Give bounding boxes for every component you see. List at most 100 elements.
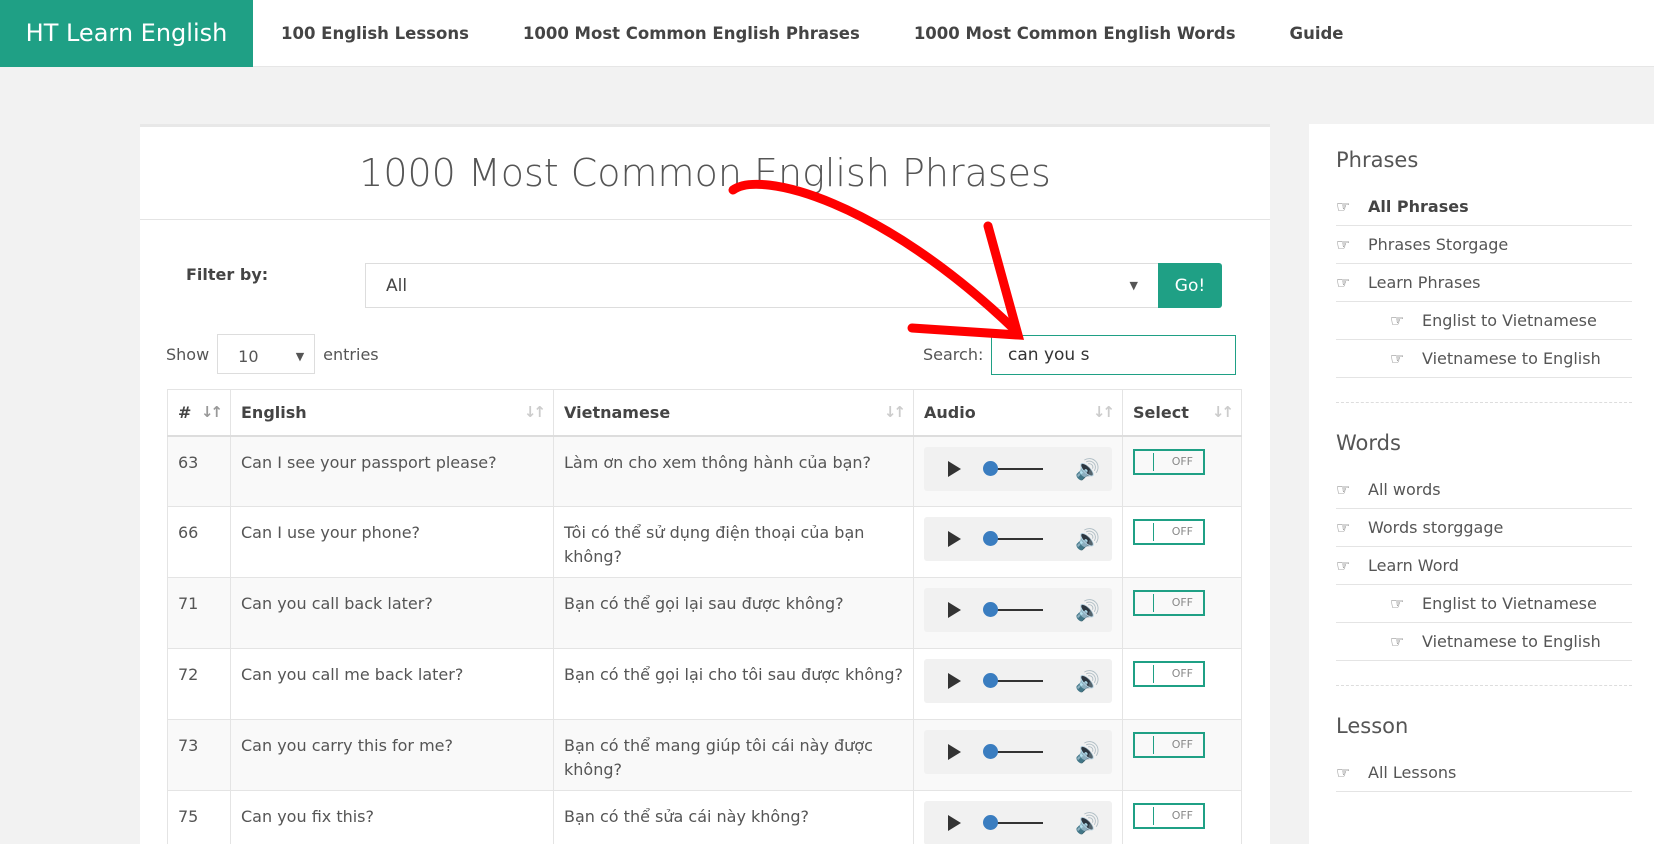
slider-knob[interactable] — [983, 815, 998, 830]
volume-icon[interactable]: 🔊 — [1075, 811, 1100, 835]
row-number: 75 — [167, 790, 231, 844]
row-vietnamese: Tôi có thể sử dụng điện thoại của bạn kh… — [553, 506, 914, 578]
row-vietnamese: Bạn có thể gọi lại cho tôi sau được khôn… — [553, 648, 914, 720]
seek-slider[interactable] — [983, 460, 1044, 476]
volume-icon[interactable]: 🔊 — [1075, 598, 1100, 622]
audio-player: 🔊 — [924, 801, 1112, 844]
section-title-phrases: Phrases — [1336, 148, 1419, 172]
divider — [1336, 685, 1632, 686]
row-english: Can you call back later? — [230, 577, 554, 649]
section-title-lesson: Lesson — [1336, 714, 1409, 738]
col-number[interactable]: # ↓↑ — [167, 389, 231, 437]
seek-slider[interactable] — [983, 673, 1044, 688]
row-select: OFF — [1122, 577, 1242, 649]
sort-icon: ↓↑ — [1211, 403, 1234, 421]
volume-icon[interactable]: 🔊 — [1075, 669, 1100, 693]
audio-player: 🔊 — [924, 588, 1112, 632]
table-row: 63 Can I see your passport please? Làm ơn … — [167, 435, 1242, 507]
search-label: Search: — [923, 345, 984, 364]
volume-icon[interactable]: 🔊 — [1075, 527, 1100, 551]
filter-select[interactable]: All ▼ — [365, 263, 1159, 308]
col-english[interactable]: English ↓↑ — [230, 389, 554, 437]
col-vietnamese[interactable]: Vietnamese ↓↑ — [553, 389, 914, 437]
select-toggle[interactable]: OFF — [1133, 661, 1205, 687]
play-icon[interactable] — [948, 673, 961, 689]
table-row: 71 Can you call back later? Bạn có thể gọi… — [167, 577, 1242, 649]
play-icon[interactable] — [948, 602, 961, 618]
sidebar-item-words-vi-en[interactable]: ☞ Vietnamese to English — [1336, 623, 1632, 661]
row-audio: 🔊 — [913, 719, 1123, 791]
select-toggle[interactable]: OFF — [1133, 590, 1205, 616]
row-vietnamese: Bạn có thể sửa cái này không? — [553, 790, 914, 844]
sidebar-item-all-lessons[interactable]: ☞ All Lessons — [1336, 754, 1632, 792]
volume-icon[interactable]: 🔊 — [1075, 740, 1100, 764]
filter-value: All — [386, 276, 408, 296]
col-audio[interactable]: Audio ↓↑ — [913, 389, 1123, 437]
row-number: 63 — [167, 435, 231, 507]
filter-label: Filter by: — [186, 265, 269, 284]
seek-slider[interactable] — [983, 815, 1044, 830]
phrases-table: # ↓↑ English ↓↑ Vietnamese ↓↑ Audio ↓↑ Selec… — [167, 389, 1242, 844]
top-navbar: HT Learn English 100 English Lessons 100… — [0, 0, 1654, 67]
slider-knob[interactable] — [983, 744, 998, 759]
row-select: OFF — [1122, 648, 1242, 720]
seek-slider[interactable] — [983, 531, 1044, 546]
entries-label: entries — [323, 344, 379, 364]
row-audio: 🔊 — [913, 648, 1123, 720]
play-icon[interactable] — [948, 744, 961, 760]
slider-knob[interactable] — [983, 531, 998, 546]
play-icon[interactable] — [948, 460, 961, 477]
hand-pointer-icon: ☞ — [1336, 197, 1351, 216]
select-toggle[interactable]: OFF — [1133, 803, 1205, 829]
play-icon[interactable] — [948, 815, 961, 831]
nav-words[interactable]: 1000 Most Common English Words — [914, 24, 1236, 43]
row-select: OFF — [1122, 790, 1242, 844]
row-select: OFF — [1122, 435, 1242, 507]
select-toggle[interactable]: OFF — [1133, 732, 1205, 758]
show-label: Show — [166, 344, 210, 364]
seek-slider[interactable] — [983, 602, 1044, 617]
slider-knob[interactable] — [983, 673, 998, 688]
select-toggle[interactable]: OFF — [1133, 519, 1205, 545]
seek-slider[interactable] — [983, 744, 1044, 759]
row-number: 66 — [167, 506, 231, 578]
row-number: 73 — [167, 719, 231, 791]
audio-player: 🔊 — [924, 730, 1112, 774]
entries-length: Show 10 ▼ entries — [166, 334, 379, 374]
nav-guide[interactable]: Guide — [1290, 24, 1344, 43]
brand-logo[interactable]: HT Learn English — [0, 0, 253, 67]
select-toggle[interactable]: OFF — [1133, 448, 1205, 475]
play-icon[interactable] — [948, 531, 961, 547]
go-button[interactable]: Go! — [1158, 263, 1222, 308]
row-english: Can I use your phone? — [230, 506, 554, 578]
row-select: OFF — [1122, 719, 1242, 791]
slider-knob[interactable] — [983, 602, 998, 617]
sort-icon: ↓↑ — [200, 403, 223, 421]
nav-phrases[interactable]: 1000 Most Common English Phrases — [523, 24, 860, 43]
sidebar-item-all-phrases[interactable]: ☞ All Phrases — [1336, 188, 1632, 226]
row-vietnamese: Bạn có thể gọi lại sau được không? — [553, 577, 914, 649]
sort-icon: ↓↑ — [883, 403, 906, 421]
hand-pointer-icon: ☞ — [1336, 518, 1351, 537]
col-select[interactable]: Select ↓↑ — [1122, 389, 1242, 437]
row-audio: 🔊 — [913, 577, 1123, 649]
hand-pointer-icon: ☞ — [1390, 594, 1405, 613]
volume-icon[interactable]: 🔊 — [1075, 457, 1100, 481]
nav-lessons[interactable]: 100 English Lessons — [281, 24, 469, 43]
slider-knob[interactable] — [983, 460, 998, 476]
sidebar-item-learn-phrases[interactable]: ☞ Learn Phrases — [1336, 264, 1632, 302]
entries-select[interactable]: 10 ▼ — [217, 334, 316, 374]
sidebar-item-phrases-storage[interactable]: ☞ Phrases Storgage — [1336, 226, 1632, 264]
sidebar-item-all-words[interactable]: ☞ All words — [1336, 471, 1632, 509]
sidebar-item-phrases-vi-en[interactable]: ☞ Vietnamese to English — [1336, 340, 1632, 378]
search-input[interactable] — [991, 335, 1236, 375]
sidebar-item-words-storage[interactable]: ☞ Words storggage — [1336, 509, 1632, 547]
sidebar-item-phrases-en-vi[interactable]: ☞ Englist to Vietnamese — [1336, 302, 1632, 340]
row-audio: 🔊 — [913, 790, 1123, 844]
hand-pointer-icon: ☞ — [1390, 311, 1405, 330]
sidebar-item-words-en-vi[interactable]: ☞ Englist to Vietnamese — [1336, 585, 1632, 623]
row-select: OFF — [1122, 506, 1242, 578]
divider — [1336, 402, 1632, 403]
hand-pointer-icon: ☞ — [1336, 480, 1351, 499]
sidebar-item-learn-word[interactable]: ☞ Learn Word — [1336, 547, 1632, 585]
